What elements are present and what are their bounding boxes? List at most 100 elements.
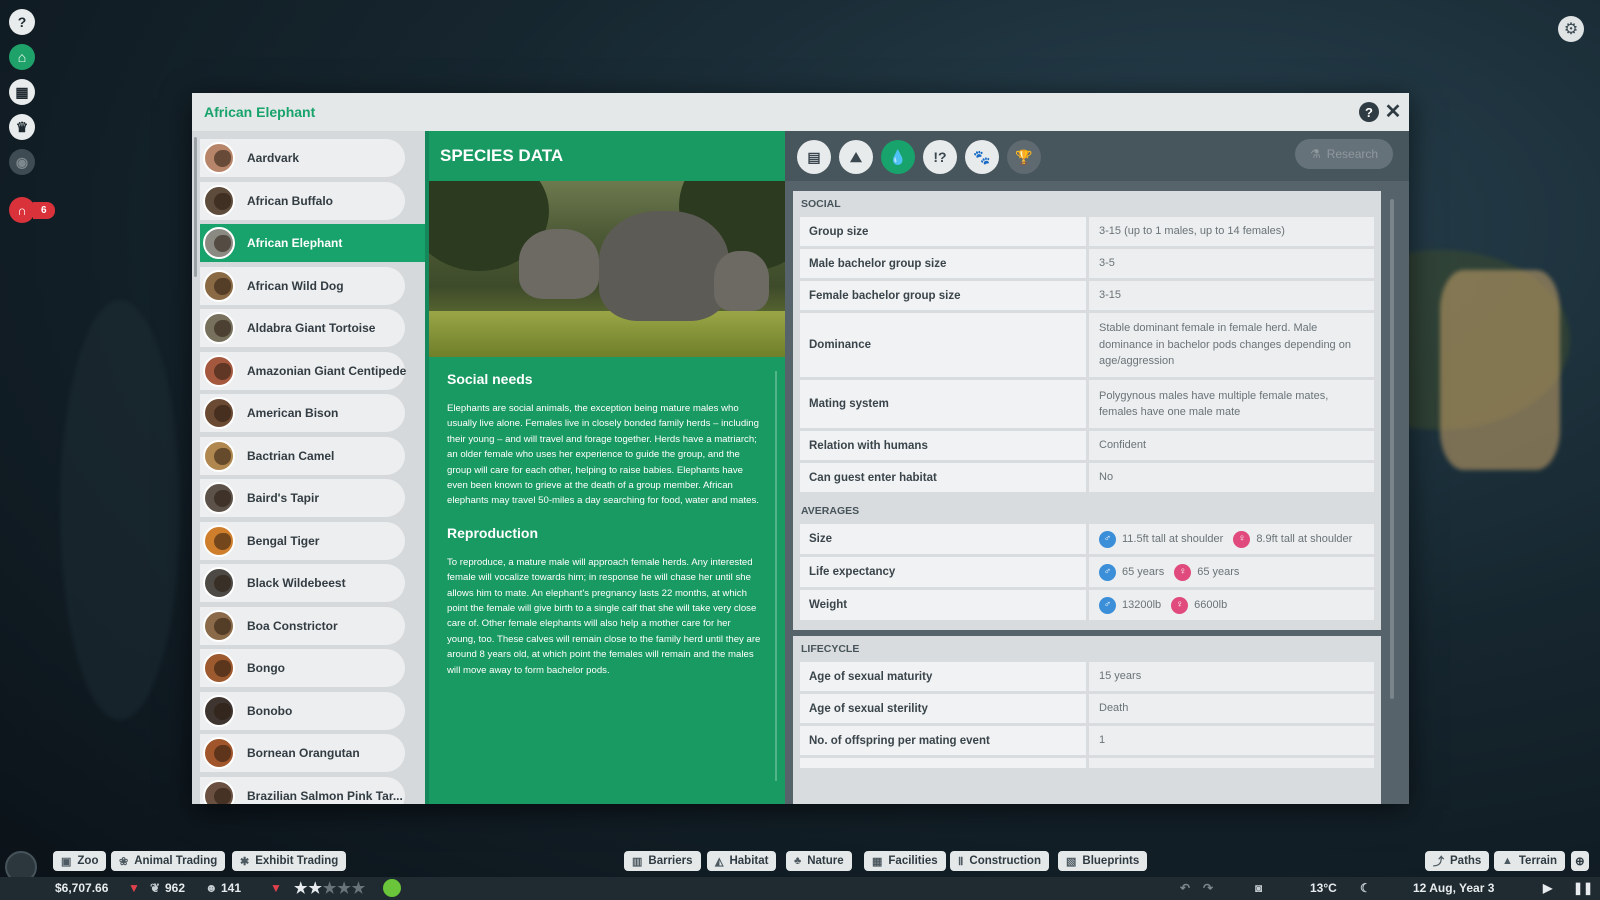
species-list-item[interactable]: Aldabra Giant Tortoise bbox=[200, 309, 405, 347]
record-icon[interactable]: ◙ bbox=[1255, 881, 1262, 895]
species-list-item[interactable]: Amazonian Giant Centipede bbox=[200, 351, 407, 390]
calendar-icon[interactable]: ▦ bbox=[9, 79, 35, 105]
clipboard-icon[interactable]: ▤ bbox=[797, 140, 831, 174]
construction-button[interactable]: Ⅱ Construction bbox=[950, 851, 1049, 871]
species-list-item[interactable]: Boa Constrictor bbox=[200, 606, 405, 645]
settings-gear-icon[interactable]: ⚙ bbox=[1558, 16, 1584, 42]
species-list-item[interactable]: African Elephant bbox=[200, 224, 425, 262]
habitat-button[interactable]: ◭ Habitat bbox=[707, 851, 777, 871]
species-photo bbox=[429, 181, 785, 357]
species-list[interactable]: Aardvark African Buffalo African Elephant A… bbox=[192, 131, 425, 804]
barriers-button[interactable]: ▥ Barriers bbox=[624, 851, 701, 871]
window-help-icon[interactable]: ? bbox=[1359, 102, 1379, 122]
camera-icon[interactable]: ◉ bbox=[9, 149, 35, 175]
tree-icon: ♣ bbox=[794, 855, 802, 867]
species-data-tabs: ▤ ⛰ 💧!? 🐾 🏆 bbox=[797, 140, 1049, 174]
species-list-item[interactable]: Bengal Tiger bbox=[200, 521, 405, 560]
male-icon: ♂ bbox=[1099, 530, 1116, 548]
zoo-icon[interactable]: ⌂ bbox=[9, 44, 35, 70]
pillar-icon: Ⅱ bbox=[958, 855, 964, 868]
species-name: Black Wildebeest bbox=[247, 576, 346, 590]
nature-button[interactable]: ♣ Nature bbox=[786, 851, 852, 871]
species-avatar-icon bbox=[203, 142, 235, 174]
male-icon: ♂ bbox=[1099, 596, 1116, 614]
social-row: Dominance Stable dominant female in femal… bbox=[800, 313, 1374, 377]
species-list-item[interactable]: Bongo bbox=[200, 649, 405, 687]
male-icon: ♂ bbox=[1099, 563, 1116, 581]
species-list-item[interactable]: Baird's Tapir bbox=[200, 479, 405, 517]
species-avatar-icon bbox=[203, 312, 235, 344]
undo-icon[interactable]: ↶ bbox=[1180, 881, 1190, 895]
research-button[interactable]: ⚗ Research bbox=[1295, 139, 1393, 169]
blueprints-button[interactable]: ▧ Blueprints bbox=[1058, 851, 1148, 871]
lifecycle-row-value: 15 years bbox=[1089, 662, 1374, 691]
social-row: Group size 3-15 (up to 1 males, up to 14 … bbox=[800, 217, 1374, 246]
female-value: 6600lb bbox=[1194, 598, 1228, 611]
species-list-item[interactable]: Black Wildebeest bbox=[200, 564, 405, 602]
species-data-scrollbar[interactable] bbox=[1390, 199, 1394, 699]
left-hud: ? ⌂ ▦ ♛ ◉ bbox=[9, 9, 35, 184]
species-name: Amazonian Giant Centipede bbox=[247, 363, 407, 378]
reproduction-heading: Reproduction bbox=[447, 524, 538, 541]
species-list-item[interactable]: Bactrian Camel bbox=[200, 436, 405, 475]
paw-icon: ❀ bbox=[119, 855, 129, 868]
trophy-icon[interactable]: ♛ bbox=[9, 114, 35, 140]
species-avatar-icon bbox=[203, 482, 235, 514]
female-icon: ♀ bbox=[1174, 563, 1192, 581]
status-bar: $6,707.66 ▼ ❦ 962 ☻ 141 ▼ ★★★★★ ↶ ↷ ◙ 13… bbox=[0, 877, 1600, 900]
social-row: Mating system Polygynous males have multi… bbox=[800, 380, 1374, 428]
social-section: SOCIAL Group size 3-15 (up to 1 males, up… bbox=[793, 191, 1381, 502]
help-icon[interactable]: ? bbox=[9, 9, 35, 35]
species-list-item[interactable]: African Buffalo bbox=[200, 181, 405, 220]
pause-icon[interactable]: ❚❚ bbox=[1573, 881, 1593, 895]
reproduction-text: To reproduce, a mature male will approac… bbox=[447, 556, 761, 676]
social-row: Female bachelor group size 3-15 bbox=[800, 281, 1374, 310]
averages-row: Weight ♂ 13200lb ♀ 6600lb bbox=[800, 590, 1374, 620]
species-list-item[interactable]: Brazilian Salmon Pink Tar... bbox=[200, 776, 405, 804]
moon-icon: ☾ bbox=[1360, 881, 1371, 895]
species-avatar-icon bbox=[203, 439, 235, 472]
species-avatar-icon bbox=[203, 524, 235, 557]
terrain-label: Terrain bbox=[1518, 855, 1558, 867]
species-name: Bactrian Camel bbox=[247, 448, 335, 463]
trophy-icon[interactable]: 🏆 bbox=[1007, 140, 1041, 174]
species-name: African Buffalo bbox=[247, 193, 334, 208]
redo-icon[interactable]: ↷ bbox=[1203, 881, 1213, 895]
species-list-item[interactable]: American Bison bbox=[200, 394, 405, 432]
averages-row-label: Size bbox=[800, 524, 1086, 554]
species-name: Bongo bbox=[247, 661, 285, 675]
female-icon: ♀ bbox=[1171, 596, 1189, 614]
zoo-button[interactable]: ▣ Zoo bbox=[53, 851, 107, 871]
species-name: African Wild Dog bbox=[247, 278, 344, 293]
species-list-item[interactable]: Aardvark bbox=[200, 139, 405, 177]
species-data-title: SPECIES DATA bbox=[440, 146, 564, 165]
conservation-icon: ❦ bbox=[150, 881, 161, 895]
lifecycle-row-label: No. of offspring per mating event bbox=[800, 726, 1086, 755]
species-avatar-icon bbox=[203, 737, 235, 769]
exhibit-trading-button[interactable]: ✱ Exhibit Trading bbox=[232, 851, 347, 871]
averages-row-value: ♂ 65 years ♀ 65 years bbox=[1089, 557, 1374, 587]
play-speed-icon[interactable]: ▶ bbox=[1543, 881, 1552, 895]
animal-trading-button[interactable]: ❀ Animal Trading bbox=[111, 851, 226, 871]
lifecycle-row: Age of sexual sterility Death bbox=[800, 694, 1374, 723]
species-avatar-icon bbox=[203, 269, 235, 302]
more-tools-button[interactable]: ⊕ bbox=[1571, 851, 1589, 871]
species-list-scrollbar[interactable] bbox=[194, 137, 197, 277]
alerts-indicator[interactable]: ∩ 6 bbox=[9, 197, 55, 223]
terrain-button[interactable]: ▲ Terrain bbox=[1494, 851, 1566, 871]
description-scrollbar[interactable] bbox=[775, 371, 777, 781]
species-list-item[interactable]: African Wild Dog bbox=[200, 266, 405, 305]
paths-button[interactable]: ⤴ Paths bbox=[1425, 851, 1490, 871]
social-row-value: 3-5 bbox=[1089, 249, 1374, 278]
habitat-icon[interactable]: ⛰ bbox=[839, 140, 873, 174]
alert-question-icon[interactable]: !? bbox=[923, 140, 957, 174]
species-list-item[interactable]: Bonobo bbox=[200, 691, 405, 730]
paw-icon[interactable]: 🐾 bbox=[965, 140, 999, 174]
window-close-icon[interactable]: ✕ bbox=[1383, 100, 1403, 123]
species-name: Baird's Tapir bbox=[247, 491, 319, 505]
facilities-button[interactable]: ▦ Facilities bbox=[864, 851, 946, 871]
bottom-toolbar: ▣ Zoo ❀ Animal Trading ✱ Exhibit Trading ▥ B… bbox=[0, 851, 1600, 900]
water-drop-icon[interactable]: 💧 bbox=[881, 140, 915, 174]
species-list-item[interactable]: Bornean Orangutan bbox=[200, 734, 405, 772]
more-icon: ⊕ bbox=[1575, 856, 1585, 868]
